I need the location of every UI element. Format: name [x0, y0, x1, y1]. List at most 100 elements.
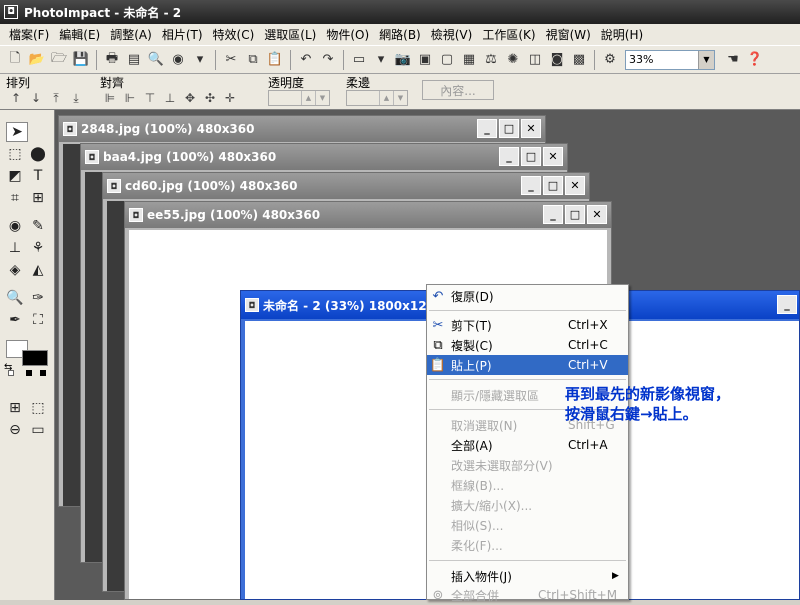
- frame-tool-icon[interactable]: ⬚: [27, 398, 49, 418]
- menu-help[interactable]: 說明(H): [596, 26, 648, 43]
- pen-tool-icon[interactable]: ✒: [4, 310, 26, 330]
- menu-item-merge-all[interactable]: ⊚ 全部合併 Ctrl+Shift+M: [427, 585, 628, 605]
- print-preview-icon[interactable]: ▤: [124, 50, 144, 70]
- mask-icon[interactable]: ◙: [547, 50, 567, 70]
- spin-down-icon[interactable]: ▼: [315, 91, 329, 105]
- transparency-spinner[interactable]: ▲ ▼: [268, 90, 330, 106]
- arrange-down-icon[interactable]: ↓: [26, 90, 46, 106]
- menu-item-select-all[interactable]: 全部(A) Ctrl+A: [427, 435, 628, 455]
- ruler-icon[interactable]: ▭: [27, 420, 49, 440]
- align-left-icon[interactable]: ⊫: [100, 90, 120, 106]
- align-bottom-icon[interactable]: ⊥: [160, 90, 180, 106]
- menu-web[interactable]: 網路(B): [374, 26, 426, 43]
- pick-tool-icon[interactable]: ➤: [6, 122, 28, 142]
- color-swatches[interactable]: ⇆: [4, 340, 50, 380]
- new-file-icon[interactable]: 🗋: [5, 50, 25, 70]
- menu-view[interactable]: 檢視(V): [426, 26, 478, 43]
- minimize-icon[interactable]: _: [499, 147, 519, 166]
- close-icon[interactable]: ✕: [565, 176, 585, 195]
- chart-icon[interactable]: ▦: [459, 50, 479, 70]
- minimize-icon[interactable]: _: [521, 176, 541, 195]
- menu-item-border[interactable]: 框線(B)...: [427, 475, 628, 495]
- text-tool-icon[interactable]: T: [27, 166, 49, 186]
- monitor-icon[interactable]: ▢: [437, 50, 457, 70]
- eyedropper-tool-icon[interactable]: ✑: [27, 288, 49, 308]
- menu-selection[interactable]: 選取區(L): [259, 26, 321, 43]
- scan-icon[interactable]: ◉: [168, 50, 188, 70]
- frame-icon[interactable]: ▩: [569, 50, 589, 70]
- menu-adjust[interactable]: 調整(A): [105, 26, 157, 43]
- palette-icon[interactable]: ⚙: [600, 50, 620, 70]
- minimize-icon[interactable]: _: [477, 119, 497, 138]
- hand-icon[interactable]: ☚: [723, 50, 743, 70]
- curve-icon[interactable]: ◫: [525, 50, 545, 70]
- arrange-top-icon[interactable]: ⤒: [46, 90, 66, 106]
- help-icon[interactable]: ❓: [745, 50, 765, 70]
- scanner-icon[interactable]: ▭: [349, 50, 369, 70]
- eye-tool-icon[interactable]: ◉: [4, 216, 26, 236]
- crop-tool-icon[interactable]: ⌗: [4, 188, 26, 208]
- retouch-tool-icon[interactable]: ⚘: [27, 238, 49, 258]
- menu-item-similar[interactable]: 相似(S)...: [427, 515, 628, 535]
- background-color[interactable]: [22, 350, 48, 366]
- spin-down-icon[interactable]: ▼: [393, 91, 407, 105]
- image-icon[interactable]: ▣: [415, 50, 435, 70]
- default-black-swatch[interactable]: [26, 370, 32, 376]
- zoom-tool-icon[interactable]: 🔍: [4, 288, 26, 308]
- align-center-v-icon[interactable]: ✣: [200, 90, 220, 106]
- fill-tool-icon[interactable]: ◭: [27, 260, 49, 280]
- default-white-swatch[interactable]: [8, 370, 14, 376]
- zoom-preview-icon[interactable]: 🔍: [146, 50, 166, 70]
- shape-tool-icon[interactable]: ◩: [4, 166, 26, 186]
- brush-tool-icon[interactable]: ✎: [27, 216, 49, 236]
- print-icon[interactable]: 🖶: [102, 50, 122, 70]
- default-black-swatch[interactable]: [40, 370, 46, 376]
- save-icon[interactable]: 💾: [71, 50, 91, 70]
- menu-item-invert-selection[interactable]: 改選未選取部分(V): [427, 455, 628, 475]
- grid-icon[interactable]: ⊞: [4, 398, 26, 418]
- menu-item-undo[interactable]: ↶ 復原(D): [427, 286, 628, 306]
- align-top-icon[interactable]: ⊤: [140, 90, 160, 106]
- spin-up-icon[interactable]: ▲: [379, 91, 393, 105]
- zoom-select[interactable]: 33% ▼: [625, 49, 715, 70]
- menu-item-soften[interactable]: 柔化(F)...: [427, 535, 628, 555]
- scanner-dropdown-icon[interactable]: ▾: [371, 50, 391, 70]
- menu-item-insert-object[interactable]: 插入物件(J) ▶: [427, 566, 628, 586]
- arrange-bottom-icon[interactable]: ⤓: [66, 90, 86, 106]
- menu-effect[interactable]: 特效(C): [208, 26, 260, 43]
- menu-item-cut[interactable]: ✂ 剪下(T) Ctrl+X: [427, 315, 628, 335]
- copy-icon[interactable]: ⧉: [243, 50, 263, 70]
- menu-workspace[interactable]: 工作區(K): [477, 26, 540, 43]
- open-file-icon[interactable]: 📂: [27, 50, 47, 70]
- camera-icon[interactable]: 📷: [393, 50, 413, 70]
- menu-item-paste[interactable]: 📋 貼上(P) Ctrl+V: [427, 355, 628, 375]
- close-icon[interactable]: ✕: [521, 119, 541, 138]
- transform-tool-icon[interactable]: ⊞: [27, 188, 49, 208]
- open-folder-icon[interactable]: 🗁: [49, 50, 69, 70]
- maximize-icon[interactable]: □: [521, 147, 541, 166]
- maximize-icon[interactable]: □: [543, 176, 563, 195]
- soft-edge-spinner[interactable]: ▲ ▼: [346, 90, 408, 106]
- redo-icon[interactable]: ↷: [318, 50, 338, 70]
- maximize-icon[interactable]: □: [565, 205, 585, 224]
- scan-dropdown-icon[interactable]: ▾: [190, 50, 210, 70]
- link-icon[interactable]: ⊖: [4, 420, 26, 440]
- eraser-tool-icon[interactable]: ◈: [4, 260, 26, 280]
- align-center-icon[interactable]: ✛: [220, 90, 240, 106]
- undo-icon[interactable]: ↶: [296, 50, 316, 70]
- cut-icon[interactable]: ✂: [221, 50, 241, 70]
- menu-item-copy[interactable]: ⧉ 複製(C) Ctrl+C: [427, 335, 628, 355]
- properties-button[interactable]: 內容...: [422, 80, 494, 100]
- close-icon[interactable]: ✕: [543, 147, 563, 166]
- minimize-icon[interactable]: _: [777, 295, 797, 314]
- spin-up-icon[interactable]: ▲: [301, 91, 315, 105]
- align-center-h-icon[interactable]: ✥: [180, 90, 200, 106]
- menu-file[interactable]: 檔案(F): [4, 26, 54, 43]
- menu-edit[interactable]: 編輯(E): [54, 26, 105, 43]
- lasso-tool-icon[interactable]: ⬤: [27, 144, 49, 164]
- sparkle-icon[interactable]: ✺: [503, 50, 523, 70]
- marquee-tool-icon[interactable]: ⬚: [4, 144, 26, 164]
- align-right-icon[interactable]: ⊩: [120, 90, 140, 106]
- paste-icon[interactable]: 📋: [265, 50, 285, 70]
- stamp-tool-icon[interactable]: ⊥: [4, 238, 26, 258]
